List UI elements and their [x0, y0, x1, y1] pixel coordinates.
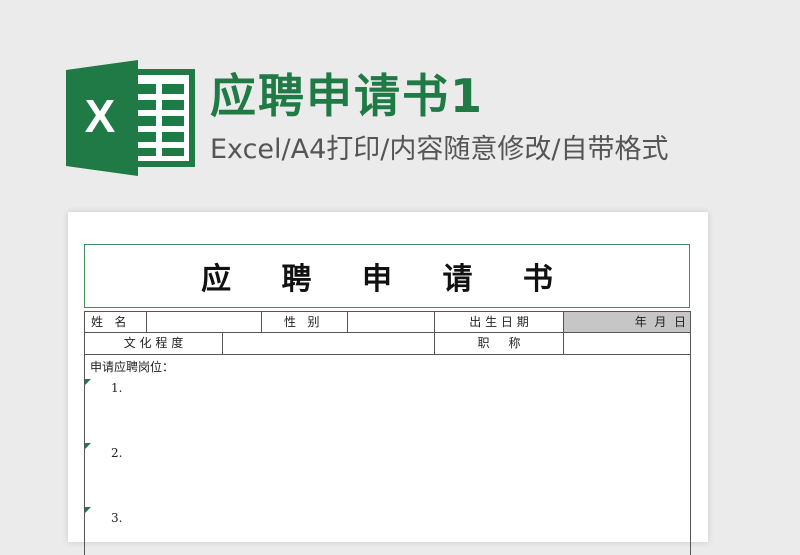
- spreadsheet-form: 应 聘 申 请 书 姓 名 性 别 出 生 日 期 年 月 日 文 化 程 度 …: [84, 244, 692, 555]
- label-job-title: 职 称: [434, 333, 563, 354]
- cell-comment-marker-icon: [85, 379, 91, 385]
- label-education: 文 化 程 度: [84, 333, 222, 354]
- list-item: 2.: [111, 446, 123, 460]
- cell-comment-marker-icon: [85, 507, 91, 513]
- svg-text:X: X: [85, 90, 116, 142]
- value-gender[interactable]: [347, 312, 434, 332]
- form-row-education: 文 化 程 度 职 称: [84, 333, 691, 355]
- list-item: 3.: [111, 511, 123, 525]
- page-subtitle: Excel/A4打印/内容随意修改/自带格式: [210, 134, 669, 165]
- value-education[interactable]: [222, 333, 434, 354]
- position-application-area[interactable]: 申请应聘岗位： 1. 2. 3.: [84, 355, 691, 555]
- label-birthdate: 出 生 日 期: [434, 312, 563, 332]
- label-gender: 性 别: [261, 312, 347, 332]
- form-row-personal: 姓 名 性 别 出 生 日 期 年 月 日: [84, 311, 691, 333]
- sheet-preview-card: 应 聘 申 请 书 姓 名 性 别 出 生 日 期 年 月 日 文 化 程 度 …: [68, 212, 708, 555]
- value-birthdate[interactable]: 年 月 日: [563, 312, 691, 332]
- position-label: 申请应聘岗位：: [90, 360, 175, 374]
- label-name: 姓 名: [84, 312, 146, 332]
- value-name[interactable]: [146, 312, 261, 332]
- page-title: 应聘申请书1: [210, 69, 485, 123]
- form-title: 应 聘 申 请 书: [84, 244, 690, 308]
- list-item: 1.: [111, 381, 123, 395]
- excel-logo-icon: X: [66, 60, 195, 176]
- cell-comment-marker-icon: [85, 443, 91, 449]
- value-job-title[interactable]: [563, 333, 691, 354]
